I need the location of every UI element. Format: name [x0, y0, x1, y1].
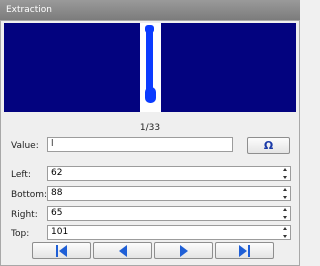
top-value: 101: [51, 227, 69, 237]
glyph-cell: [140, 23, 161, 112]
first-button[interactable]: [32, 242, 91, 259]
bottom-spinbox[interactable]: 88: [47, 186, 291, 201]
bottom-spinner[interactable]: [281, 188, 288, 199]
top-label: Top:: [11, 229, 30, 239]
glyph-stroke-icon: [145, 25, 156, 103]
previous-button[interactable]: [93, 242, 152, 259]
left-label: Left:: [11, 170, 31, 180]
next-button[interactable]: [154, 242, 213, 259]
first-icon: [56, 244, 67, 257]
left-value: 62: [51, 168, 63, 178]
previous-icon: [118, 244, 127, 257]
spin-down-icon[interactable]: [282, 176, 287, 179]
next-icon: [179, 244, 188, 257]
value-text: l: [51, 139, 54, 149]
top-spinbox[interactable]: 101: [47, 225, 291, 240]
spin-down-icon[interactable]: [282, 216, 287, 219]
spin-down-icon[interactable]: [282, 235, 287, 238]
bottom-value: 88: [51, 188, 63, 198]
left-spinbox[interactable]: 62: [47, 166, 291, 181]
left-spinner[interactable]: [281, 168, 288, 179]
right-spinner[interactable]: [281, 208, 288, 219]
last-icon: [239, 244, 250, 257]
top-spinner[interactable]: [281, 227, 288, 238]
last-button[interactable]: [215, 242, 274, 259]
right-label: Right:: [11, 210, 38, 220]
omega-button[interactable]: Ω: [247, 137, 290, 154]
spin-down-icon[interactable]: [282, 196, 287, 199]
spin-up-icon[interactable]: [282, 168, 287, 171]
right-value: 65: [51, 208, 63, 218]
omega-icon: Ω: [263, 139, 274, 152]
glyph-counter: 1/33: [139, 123, 161, 133]
spin-up-icon[interactable]: [282, 208, 287, 211]
right-spinbox[interactable]: 65: [47, 206, 291, 221]
window-title: Extraction: [0, 0, 300, 20]
spin-up-icon[interactable]: [282, 188, 287, 191]
glyph-preview: [4, 23, 296, 112]
bottom-label: Bottom:: [11, 190, 48, 200]
spin-up-icon[interactable]: [282, 227, 287, 230]
value-input[interactable]: l: [47, 137, 233, 152]
value-label: Value:: [11, 141, 39, 151]
